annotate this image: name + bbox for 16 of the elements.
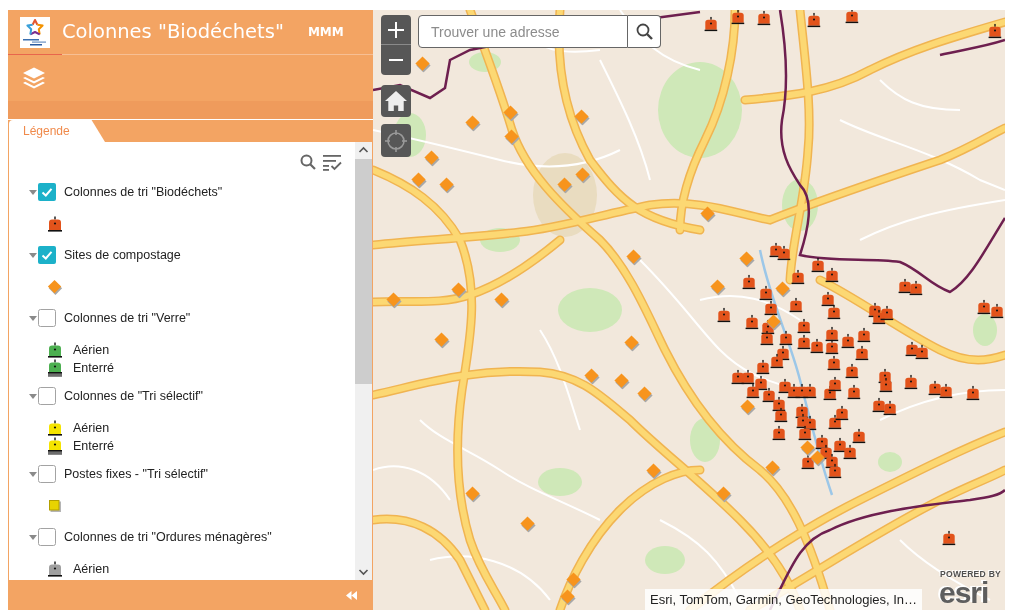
symbol-label: Aérien — [73, 419, 110, 437]
symbol-label: Enterré — [73, 437, 114, 455]
layer-label: Sites de compostage — [64, 246, 181, 264]
symbol-label: Aérien — [73, 560, 110, 578]
logo-wordmark: esri — [939, 581, 989, 605]
symbol-label: Enterré — [73, 359, 114, 377]
logo-caption: POWERED BY — [940, 570, 1002, 579]
layer-label: Colonnes de "Tri sélectif" — [64, 387, 204, 405]
app-subtitle: MMM — [307, 24, 344, 41]
layer-label: Colonnes de tri "Ordures ménagères" — [64, 528, 272, 546]
symbol-label: Aérien — [73, 341, 110, 359]
app-title: Colonnes "Biodéchets" — [62, 19, 284, 46]
layer-label: Colonnes de tri "Verre" — [64, 309, 191, 327]
layer-label: Postes fixes - "Tri sélectif" — [64, 465, 208, 483]
layer-label: Colonnes de tri "Biodéchets" — [64, 183, 223, 201]
map-attribution: Esri, TomTom, Garmin, GeoTechnologies, In… — [645, 589, 923, 610]
